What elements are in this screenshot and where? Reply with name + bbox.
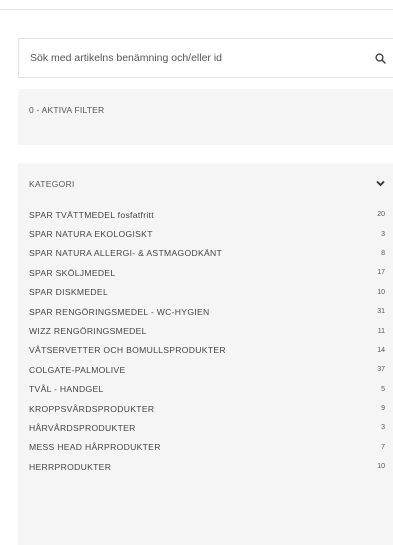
category-item-count: 20 [377, 211, 385, 219]
category-item[interactable]: WIZZ RENGÖRINGSMEDEL 11 [18, 321, 393, 340]
category-item[interactable]: SPAR TVÄTTMEDEL fosfatfritt 20 [18, 205, 393, 224]
category-item[interactable]: SPAR NATURA EKOLOGISKT 3 [18, 224, 393, 243]
category-item-count: 5 [381, 385, 385, 393]
category-item-count: 3 [381, 424, 385, 432]
category-item-label: TVÅL - HANDGEL [29, 384, 104, 395]
category-item-label: MESS HEAD HÅRPRODUKTER [29, 442, 161, 453]
category-item[interactable]: SPAR DISKMEDEL 10 [18, 283, 393, 302]
category-item-label: SPAR NATURA EKOLOGISKT [29, 229, 153, 240]
category-item-count: 14 [377, 346, 385, 354]
category-item-label: SPAR NATURA ALLERGI- & ASTMAGODKÄNT [29, 248, 223, 259]
category-item-count: 10 [377, 463, 385, 471]
search-input[interactable] [30, 52, 367, 64]
category-item-count: 7 [381, 443, 385, 451]
category-item[interactable]: SPAR NATURA ALLERGI- & ASTMAGODKÄNT 8 [18, 244, 393, 263]
category-item-count: 3 [381, 230, 385, 238]
category-item-label: SPAR TVÄTTMEDEL fosfatfritt [29, 209, 154, 220]
category-item-label: WIZZ RENGÖRINGSMEDEL [29, 326, 147, 337]
category-panel: KATEGORI SPAR TVÄTTMEDEL fosfatfritt 20 … [18, 163, 393, 545]
category-header[interactable]: KATEGORI [18, 163, 393, 205]
active-filters-panel: 0 - AKTIVA FILTER [18, 89, 393, 145]
top-divider [0, 9, 393, 10]
category-item-count: 9 [381, 405, 385, 413]
category-item-count: 11 [377, 327, 385, 335]
category-list: SPAR TVÄTTMEDEL fosfatfritt 20 SPAR NATU… [18, 205, 393, 476]
category-item-label: SPAR DISKMEDEL [29, 287, 109, 298]
category-item-count: 31 [377, 308, 385, 316]
active-filters-label: 0 - AKTIVA FILTER [29, 105, 105, 115]
category-item[interactable]: TVÅL - HANDGEL 5 [18, 380, 393, 399]
category-item-label: HERRPRODUKTER [29, 461, 112, 472]
category-item-label: SPAR RENGÖRINGSMEDEL - WC-HYGIEN [29, 306, 210, 317]
category-item-label: KROPPSVÅRDSPRODUKTER [29, 403, 155, 414]
category-item-count: 8 [381, 249, 385, 257]
category-title: KATEGORI [29, 179, 75, 189]
category-item[interactable]: KROPPSVÅRDSPRODUKTER 9 [18, 399, 393, 418]
category-item[interactable]: MESS HEAD HÅRPRODUKTER 7 [18, 438, 393, 457]
category-item-label: HÅRVÅRDSPRODUKTER [29, 422, 136, 433]
category-item[interactable]: HERRPRODUKTER 10 [18, 457, 393, 476]
category-item-label: COLGATE-PALMOLIVE [29, 364, 126, 375]
category-item-count: 37 [377, 366, 385, 374]
category-item[interactable]: VÅTSERVETTER OCH BOMULLSPRODUKTER 14 [18, 341, 393, 360]
chevron-down-icon[interactable] [376, 179, 385, 189]
category-item-count: 10 [377, 288, 385, 296]
search-icon[interactable] [367, 39, 393, 77]
category-item-label: SPAR SKÖLJMEDEL [29, 267, 116, 278]
category-item[interactable]: SPAR RENGÖRINGSMEDEL - WC-HYGIEN 31 [18, 302, 393, 321]
category-item-label: VÅTSERVETTER OCH BOMULLSPRODUKTER [29, 345, 226, 356]
category-item[interactable]: HÅRVÅRDSPRODUKTER 3 [18, 418, 393, 437]
search-bar [18, 38, 393, 78]
category-item[interactable]: COLGATE-PALMOLIVE 37 [18, 360, 393, 379]
category-item-count: 17 [377, 269, 385, 277]
category-item[interactable]: SPAR SKÖLJMEDEL 17 [18, 263, 393, 282]
